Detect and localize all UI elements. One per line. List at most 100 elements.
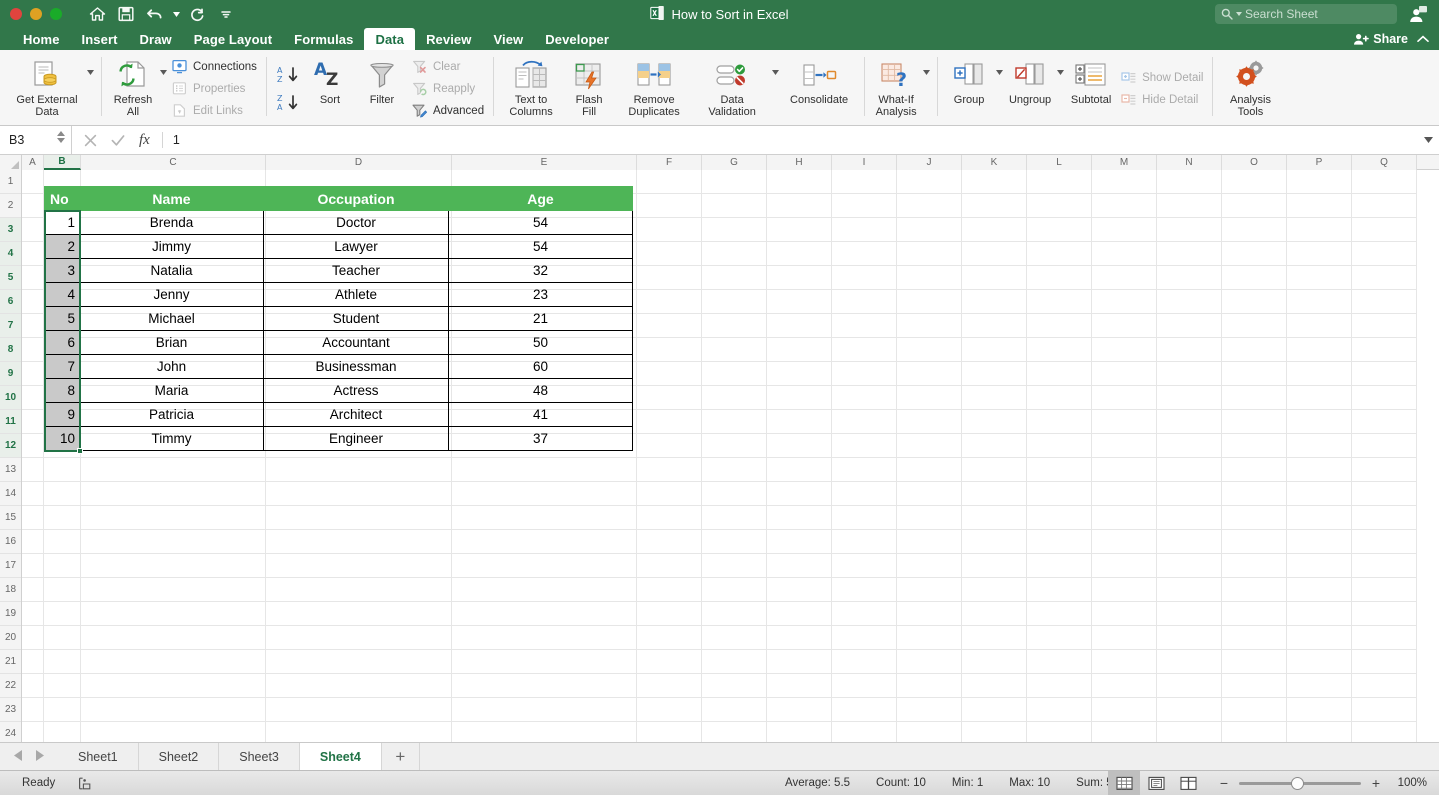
table-row[interactable]: 3 Natalia Teacher 32 bbox=[44, 258, 633, 283]
cell-P20[interactable] bbox=[1287, 626, 1352, 650]
cell-J13[interactable] bbox=[897, 458, 962, 482]
normal-view-icon[interactable] bbox=[1108, 770, 1140, 795]
cell-B16[interactable] bbox=[44, 530, 81, 554]
cell-A16[interactable] bbox=[22, 530, 44, 554]
save-icon[interactable] bbox=[113, 3, 139, 25]
cell-O3[interactable] bbox=[1222, 218, 1287, 242]
cell-F13[interactable] bbox=[637, 458, 702, 482]
cell-age[interactable]: 54 bbox=[448, 234, 633, 259]
cell-C22[interactable] bbox=[81, 674, 266, 698]
cell-G1[interactable] bbox=[702, 170, 767, 194]
cell-H16[interactable] bbox=[767, 530, 832, 554]
cell-N9[interactable] bbox=[1157, 362, 1222, 386]
data-table[interactable]: No Name Occupation Age 1 Brenda Doctor 54 2 J… bbox=[44, 186, 633, 451]
row-header-3[interactable]: 3 bbox=[0, 218, 21, 242]
cell-N16[interactable] bbox=[1157, 530, 1222, 554]
cell-G4[interactable] bbox=[702, 242, 767, 266]
cell-P4[interactable] bbox=[1287, 242, 1352, 266]
home-icon[interactable] bbox=[84, 3, 110, 25]
cell-name[interactable]: Jimmy bbox=[79, 234, 264, 259]
cell-K10[interactable] bbox=[962, 386, 1027, 410]
cell-I18[interactable] bbox=[832, 578, 897, 602]
cell-D15[interactable] bbox=[266, 506, 452, 530]
cell-K3[interactable] bbox=[962, 218, 1027, 242]
tab-view[interactable]: View bbox=[482, 28, 534, 50]
cell-M23[interactable] bbox=[1092, 698, 1157, 722]
cell-M14[interactable] bbox=[1092, 482, 1157, 506]
sheet-tab-sheet4[interactable]: Sheet4 bbox=[299, 743, 382, 770]
row-header-9[interactable]: 9 bbox=[0, 362, 21, 386]
cell-P18[interactable] bbox=[1287, 578, 1352, 602]
cell-L14[interactable] bbox=[1027, 482, 1092, 506]
cell-Q24[interactable] bbox=[1352, 722, 1417, 742]
cell-Q14[interactable] bbox=[1352, 482, 1417, 506]
table-row[interactable]: 8 Maria Actress 48 bbox=[44, 378, 633, 403]
cell-N21[interactable] bbox=[1157, 650, 1222, 674]
cell-Q17[interactable] bbox=[1352, 554, 1417, 578]
cell-I3[interactable] bbox=[832, 218, 897, 242]
cell-F22[interactable] bbox=[637, 674, 702, 698]
cell-H20[interactable] bbox=[767, 626, 832, 650]
cell-M7[interactable] bbox=[1092, 314, 1157, 338]
cell-M4[interactable] bbox=[1092, 242, 1157, 266]
cell-I14[interactable] bbox=[832, 482, 897, 506]
cell-G2[interactable] bbox=[702, 194, 767, 218]
minimize-window-button[interactable] bbox=[30, 8, 42, 20]
table-row[interactable]: 6 Brian Accountant 50 bbox=[44, 330, 633, 355]
cell-J1[interactable] bbox=[897, 170, 962, 194]
cell-J23[interactable] bbox=[897, 698, 962, 722]
table-row[interactable]: 1 Brenda Doctor 54 bbox=[44, 210, 633, 235]
cell-A22[interactable] bbox=[22, 674, 44, 698]
cell-K13[interactable] bbox=[962, 458, 1027, 482]
cell-K22[interactable] bbox=[962, 674, 1027, 698]
cell-P5[interactable] bbox=[1287, 266, 1352, 290]
cell-B23[interactable] bbox=[44, 698, 81, 722]
column-header-I[interactable]: I bbox=[832, 155, 897, 170]
ungroup-caret-icon[interactable] bbox=[1056, 52, 1065, 75]
cell-O11[interactable] bbox=[1222, 410, 1287, 434]
cell-no[interactable]: 2 bbox=[44, 234, 80, 259]
cell-A15[interactable] bbox=[22, 506, 44, 530]
column-header-H[interactable]: H bbox=[767, 155, 832, 170]
column-header-D[interactable]: D bbox=[266, 155, 452, 170]
cell-C16[interactable] bbox=[81, 530, 266, 554]
cell-Q10[interactable] bbox=[1352, 386, 1417, 410]
cell-Q8[interactable] bbox=[1352, 338, 1417, 362]
cell-O22[interactable] bbox=[1222, 674, 1287, 698]
clear-filter-button[interactable]: Clear bbox=[408, 56, 487, 77]
cell-E13[interactable] bbox=[452, 458, 637, 482]
cell-P14[interactable] bbox=[1287, 482, 1352, 506]
cell-F5[interactable] bbox=[637, 266, 702, 290]
cell-P15[interactable] bbox=[1287, 506, 1352, 530]
cell-occupation[interactable]: Student bbox=[263, 306, 449, 331]
cell-H14[interactable] bbox=[767, 482, 832, 506]
cell-A5[interactable] bbox=[22, 266, 44, 290]
cell-O6[interactable] bbox=[1222, 290, 1287, 314]
row-header-12[interactable]: 12 bbox=[0, 434, 21, 458]
show-detail-button[interactable]: Show Detail bbox=[1117, 67, 1206, 88]
cell-age[interactable]: 23 bbox=[448, 282, 633, 307]
cell-I19[interactable] bbox=[832, 602, 897, 626]
name-box[interactable]: B3 bbox=[0, 126, 72, 154]
text-to-columns-button[interactable]: Text to Columns bbox=[499, 52, 563, 125]
cell-F24[interactable] bbox=[637, 722, 702, 742]
cell-Q4[interactable] bbox=[1352, 242, 1417, 266]
cell-H17[interactable] bbox=[767, 554, 832, 578]
cell-K23[interactable] bbox=[962, 698, 1027, 722]
cell-L10[interactable] bbox=[1027, 386, 1092, 410]
cell-F9[interactable] bbox=[637, 362, 702, 386]
row-header-11[interactable]: 11 bbox=[0, 410, 21, 434]
cell-J9[interactable] bbox=[897, 362, 962, 386]
cell-O18[interactable] bbox=[1222, 578, 1287, 602]
row-header-5[interactable]: 5 bbox=[0, 266, 21, 290]
cell-Q18[interactable] bbox=[1352, 578, 1417, 602]
cell-N2[interactable] bbox=[1157, 194, 1222, 218]
cell-I23[interactable] bbox=[832, 698, 897, 722]
remove-duplicates-button[interactable]: Remove Duplicates bbox=[615, 52, 693, 125]
enter-check-icon[interactable] bbox=[111, 134, 125, 147]
cell-I13[interactable] bbox=[832, 458, 897, 482]
column-header-K[interactable]: K bbox=[962, 155, 1027, 170]
cell-A14[interactable] bbox=[22, 482, 44, 506]
cell-J17[interactable] bbox=[897, 554, 962, 578]
zoom-slider-knob[interactable] bbox=[1291, 776, 1304, 790]
